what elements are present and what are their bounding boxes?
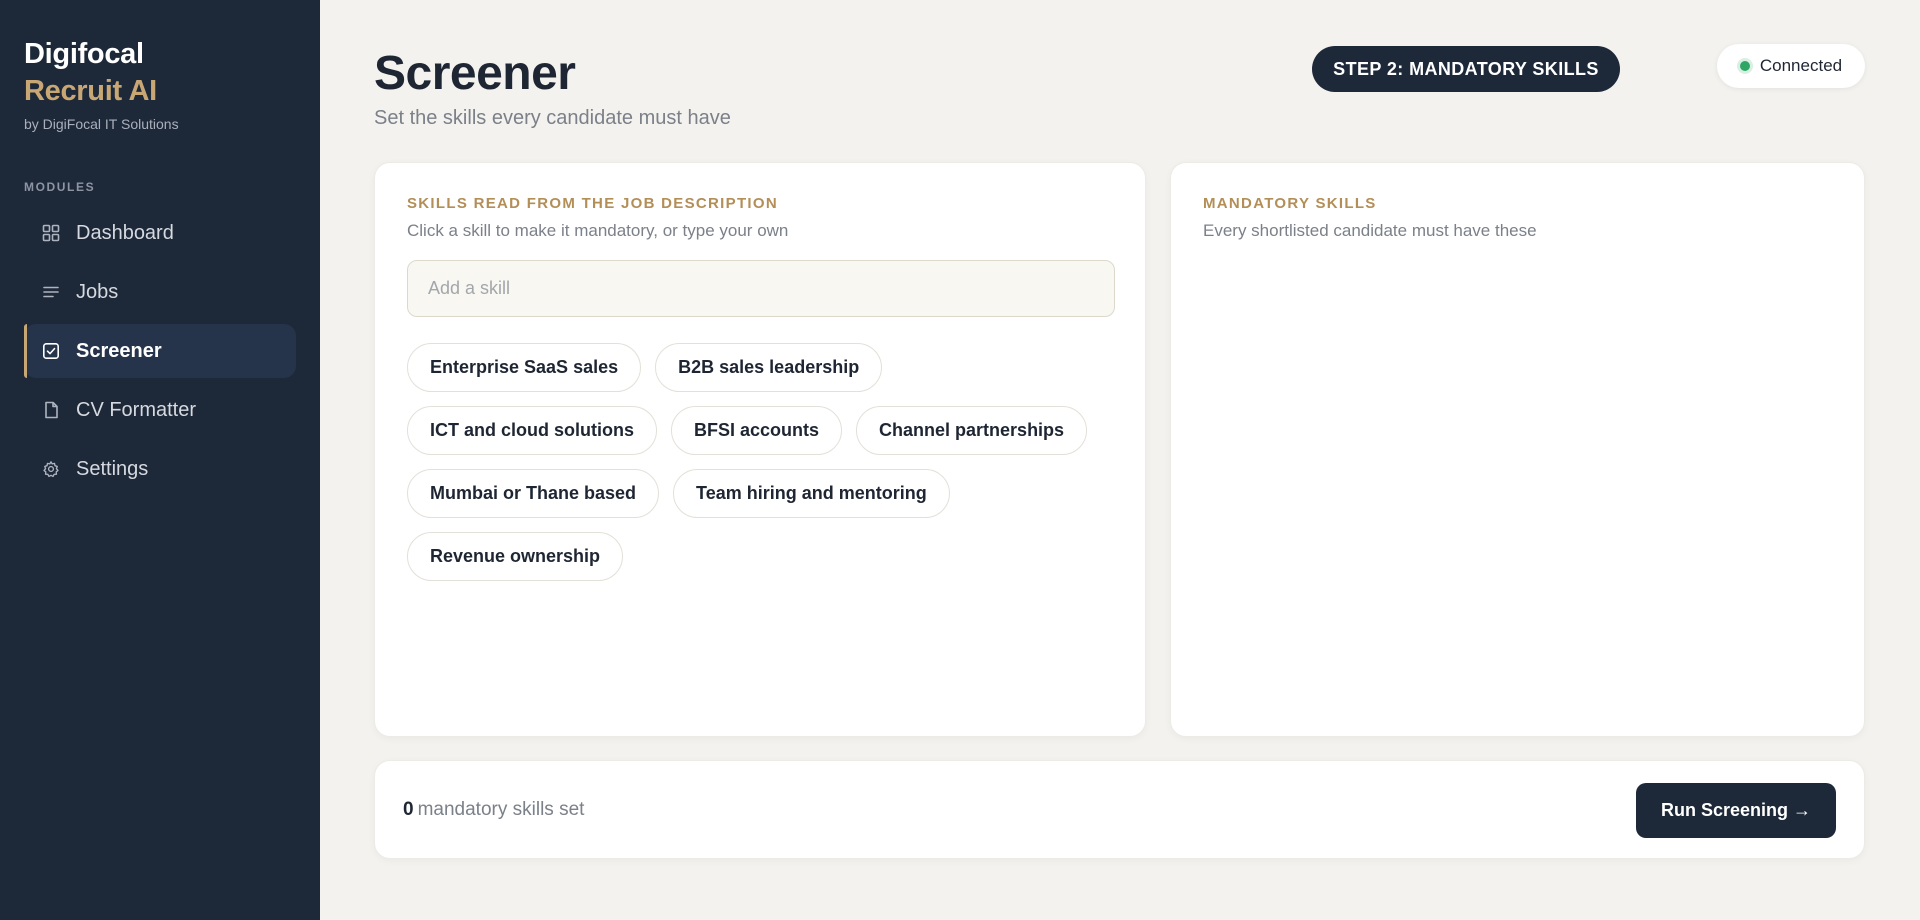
- skill-chip[interactable]: BFSI accounts: [671, 406, 843, 455]
- mandatory-skills-count: 0 mandatory skills set: [403, 799, 584, 821]
- mandatory-skills-heading: MANDATORY SKILLS: [1203, 195, 1377, 212]
- jd-skills-panel: SKILLS READ FROM THE JOB DESCRIPTION Cli…: [374, 162, 1146, 737]
- sidebar: Digifocal Recruit AI by DigiFocal IT Sol…: [0, 0, 320, 920]
- sidebar-item-dashboard[interactable]: Dashboard: [24, 206, 296, 260]
- connection-status-label: Connected: [1759, 56, 1843, 75]
- skill-chip-list: Enterprise SaaS sales B2B sales leadersh…: [407, 343, 1123, 581]
- list-icon: [41, 282, 61, 302]
- screening-action-bar: 0 mandatory skills set Run Screening →: [374, 760, 1865, 859]
- add-skill-input[interactable]: [407, 260, 1115, 317]
- skill-chip[interactable]: Revenue ownership: [407, 532, 624, 581]
- sidebar-item-label: Dashboard: [76, 221, 174, 244]
- skill-chip[interactable]: Team hiring and mentoring: [673, 469, 950, 518]
- modules-section-label: MODULES: [24, 180, 96, 194]
- step-indicator: STEP 2: MANDATORY SKILLS: [1312, 46, 1620, 92]
- gear-icon: [41, 459, 61, 479]
- connection-status-badge: Connected: [1717, 44, 1865, 88]
- mandatory-count-value: 0: [403, 799, 414, 820]
- skill-chip[interactable]: ICT and cloud solutions: [407, 406, 657, 455]
- status-dot-icon: [1739, 61, 1750, 71]
- jd-skills-heading: SKILLS READ FROM THE JOB DESCRIPTION: [407, 195, 778, 212]
- brand-logo: Digifocal Recruit AI by DigiFocal IT Sol…: [24, 36, 179, 132]
- skill-chip[interactable]: Mumbai or Thane based: [407, 469, 660, 518]
- sidebar-item-label: Screener: [76, 339, 162, 362]
- mandatory-count-label: mandatory skills set: [417, 799, 585, 820]
- skill-chip[interactable]: B2B sales leadership: [655, 343, 883, 392]
- sidebar-item-settings[interactable]: Settings: [24, 442, 296, 496]
- sidebar-item-label: Jobs: [76, 280, 119, 303]
- run-screening-button[interactable]: Run Screening →: [1636, 783, 1836, 838]
- sidebar-item-label: CV Formatter: [76, 398, 197, 421]
- grid-icon: [41, 223, 61, 243]
- brand-name: Digifocal: [24, 38, 144, 70]
- sidebar-item-jobs[interactable]: Jobs: [24, 265, 296, 319]
- check-square-icon: [41, 341, 61, 361]
- brand-byline: by DigiFocal IT Solutions: [24, 116, 179, 132]
- sidebar-item-cv-formatter[interactable]: CV Formatter: [24, 383, 296, 437]
- sidebar-item-screener[interactable]: Screener: [24, 324, 296, 378]
- sidebar-item-label: Settings: [76, 457, 149, 480]
- sidebar-nav: Dashboard Jobs Screener CV Formatter Set…: [24, 206, 296, 501]
- page-subtitle: Set the skills every candidate must have: [374, 107, 731, 129]
- mandatory-skills-panel: MANDATORY SKILLS Every shortlisted candi…: [1170, 162, 1865, 737]
- file-icon: [41, 400, 61, 420]
- jd-skills-hint: Click a skill to make it mandatory, or t…: [407, 221, 789, 240]
- page-title: Screener: [374, 47, 576, 100]
- skill-chip[interactable]: Channel partnerships: [856, 406, 1088, 455]
- brand-product: Recruit AI: [24, 75, 157, 107]
- mandatory-skills-hint: Every shortlisted candidate must have th…: [1203, 221, 1537, 240]
- skill-chip[interactable]: Enterprise SaaS sales: [407, 343, 642, 392]
